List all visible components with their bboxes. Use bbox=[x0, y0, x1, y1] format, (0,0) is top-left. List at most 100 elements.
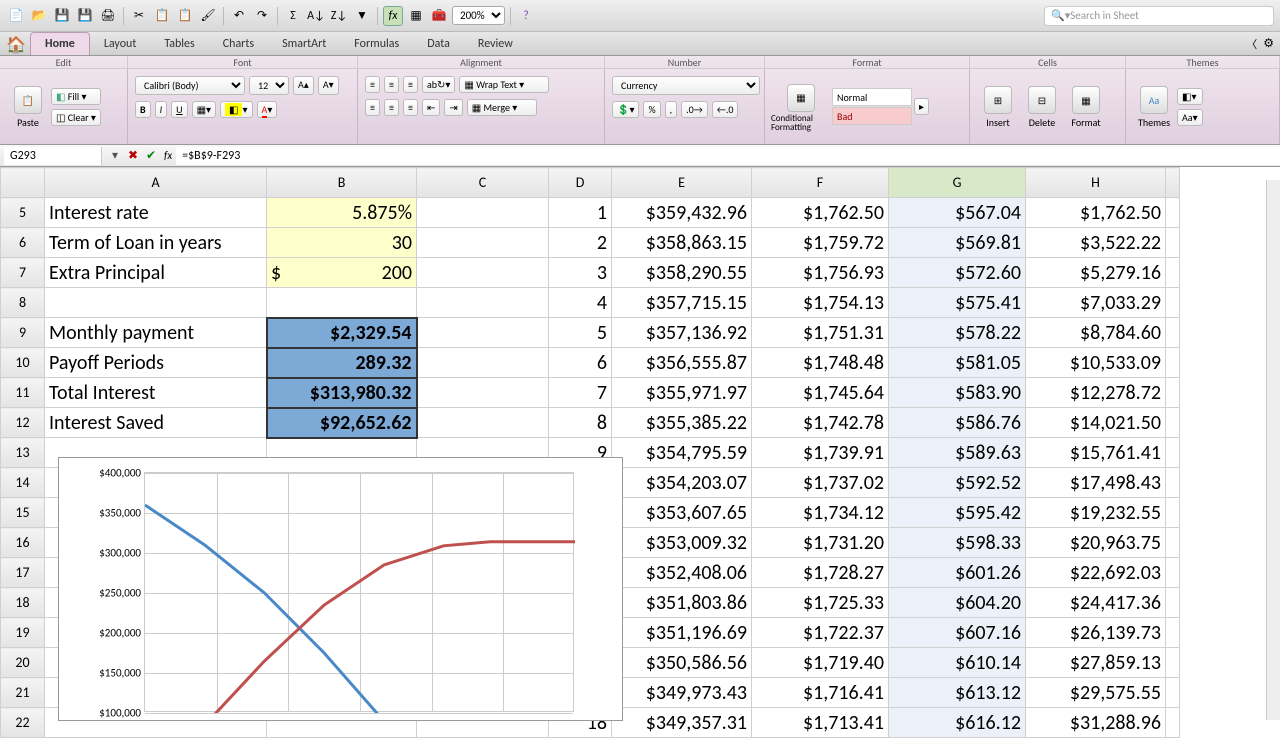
cell-F8[interactable]: $1,754.13 bbox=[752, 288, 889, 318]
font-size-select[interactable]: 12 bbox=[249, 76, 289, 95]
cell-H14[interactable]: $17,498.43 bbox=[1026, 468, 1166, 498]
cell-H16[interactable]: $20,963.75 bbox=[1026, 528, 1166, 558]
cell-F21[interactable]: $1,716.41 bbox=[752, 678, 889, 708]
wrap-text-button[interactable]: ▦ Wrap Text ▾ bbox=[459, 76, 549, 93]
tab-smartart[interactable]: SmartArt bbox=[268, 33, 340, 55]
cell-G14[interactable]: $592.52 bbox=[889, 468, 1026, 498]
cell-F14[interactable]: $1,737.02 bbox=[752, 468, 889, 498]
fill-button[interactable]: ◧ Fill ▾ bbox=[51, 88, 101, 105]
bold-button[interactable]: B bbox=[135, 101, 151, 118]
col-header-G[interactable]: G bbox=[889, 168, 1026, 198]
cell-D9[interactable]: 5 bbox=[549, 318, 612, 348]
cell-G8[interactable]: $575.41 bbox=[889, 288, 1026, 318]
cell-A8[interactable] bbox=[45, 288, 267, 318]
cell-E13[interactable]: $354,795.59 bbox=[612, 438, 752, 468]
cell-H19[interactable]: $26,139.73 bbox=[1026, 618, 1166, 648]
cell-E18[interactable]: $351,803.86 bbox=[612, 588, 752, 618]
row-header-14[interactable]: 14 bbox=[1, 468, 45, 498]
cell-F17[interactable]: $1,728.27 bbox=[752, 558, 889, 588]
cell-C6[interactable] bbox=[417, 228, 549, 258]
cell-C9[interactable] bbox=[417, 318, 549, 348]
comma-button[interactable]: , bbox=[665, 101, 678, 118]
help-icon[interactable]: ? bbox=[516, 6, 536, 26]
cell-B10[interactable]: 289.32 bbox=[267, 348, 417, 378]
zoom-select[interactable]: 200% bbox=[452, 6, 505, 25]
collapse-ribbon-icon[interactable]: 〈 bbox=[1246, 36, 1257, 52]
cut-icon[interactable]: ✂ bbox=[129, 6, 149, 26]
border-button[interactable]: ▦▾ bbox=[192, 101, 216, 118]
cell-D6[interactable]: 2 bbox=[549, 228, 612, 258]
cell-E7[interactable]: $358,290.55 bbox=[612, 258, 752, 288]
align-top-button[interactable]: ≡ bbox=[365, 76, 380, 93]
row-header-12[interactable]: 12 bbox=[1, 408, 45, 438]
cell-E6[interactable]: $358,863.15 bbox=[612, 228, 752, 258]
grow-font-button[interactable]: A▴ bbox=[293, 76, 314, 95]
name-box[interactable]: G293 bbox=[4, 147, 102, 165]
cell-G19[interactable]: $607.16 bbox=[889, 618, 1026, 648]
styles-expand-button[interactable]: ▸ bbox=[914, 98, 929, 115]
tab-layout[interactable]: Layout bbox=[90, 33, 151, 55]
cell-G22[interactable]: $616.12 bbox=[889, 708, 1026, 738]
spreadsheet-grid[interactable]: ABCDEFGH5Interest rate5.875%1$359,432.96… bbox=[0, 167, 1280, 738]
cell-A5[interactable]: Interest rate bbox=[45, 198, 267, 228]
clear-button[interactable]: ◫ Clear ▾ bbox=[51, 109, 101, 126]
toolbox-icon[interactable]: 🧰 bbox=[429, 6, 449, 26]
cell-G18[interactable]: $604.20 bbox=[889, 588, 1026, 618]
cell-G15[interactable]: $595.42 bbox=[889, 498, 1026, 528]
col-header-C[interactable]: C bbox=[417, 168, 549, 198]
cell-G7[interactable]: $572.60 bbox=[889, 258, 1026, 288]
copy-icon[interactable]: 📋 bbox=[152, 6, 172, 26]
cell-G11[interactable]: $583.90 bbox=[889, 378, 1026, 408]
delete-cells-button[interactable]: ⊟Delete bbox=[1020, 71, 1064, 142]
insert-cells-button[interactable]: ⊞Insert bbox=[976, 71, 1020, 142]
cell-H15[interactable]: $19,232.55 bbox=[1026, 498, 1166, 528]
cell-F6[interactable]: $1,759.72 bbox=[752, 228, 889, 258]
percent-button[interactable]: % bbox=[643, 101, 660, 118]
ribbon-settings-icon[interactable]: ⚙ bbox=[1263, 36, 1274, 52]
cell-F15[interactable]: $1,734.12 bbox=[752, 498, 889, 528]
theme-colors-button[interactable]: ◧▾ bbox=[1177, 88, 1203, 105]
col-header-D[interactable]: D bbox=[549, 168, 612, 198]
cell-B8[interactable] bbox=[267, 288, 417, 318]
search-input[interactable]: 🔍▾ Search in Sheet bbox=[1044, 6, 1274, 26]
cell-C7[interactable] bbox=[417, 258, 549, 288]
cell-E16[interactable]: $353,009.32 bbox=[612, 528, 752, 558]
cell-E20[interactable]: $350,586.56 bbox=[612, 648, 752, 678]
cell-H11[interactable]: $12,278.72 bbox=[1026, 378, 1166, 408]
align-right-button[interactable]: ≡ bbox=[403, 99, 418, 116]
row-header-5[interactable]: 5 bbox=[1, 198, 45, 228]
cell-H12[interactable]: $14,021.50 bbox=[1026, 408, 1166, 438]
cell-A7[interactable]: Extra Principal bbox=[45, 258, 267, 288]
col-header-H[interactable]: H bbox=[1026, 168, 1166, 198]
row-header-22[interactable]: 22 bbox=[1, 708, 45, 738]
number-format-select[interactable]: Currency bbox=[612, 76, 760, 95]
cell-D5[interactable]: 1 bbox=[549, 198, 612, 228]
cell-E8[interactable]: $357,715.15 bbox=[612, 288, 752, 318]
autosum-icon[interactable]: Σ bbox=[283, 6, 303, 26]
align-center-button[interactable]: ≡ bbox=[384, 99, 399, 116]
cell-F18[interactable]: $1,725.33 bbox=[752, 588, 889, 618]
decrease-indent-button[interactable]: ⇤ bbox=[422, 99, 440, 116]
cell-G12[interactable]: $586.76 bbox=[889, 408, 1026, 438]
style-normal[interactable]: Normal bbox=[832, 88, 912, 106]
cell-D8[interactable]: 4 bbox=[549, 288, 612, 318]
cell-H17[interactable]: $22,692.03 bbox=[1026, 558, 1166, 588]
cell-A6[interactable]: Term of Loan in years bbox=[45, 228, 267, 258]
cell-C8[interactable] bbox=[417, 288, 549, 318]
row-header-16[interactable]: 16 bbox=[1, 528, 45, 558]
align-middle-button[interactable]: ≡ bbox=[384, 76, 399, 93]
row-header-21[interactable]: 21 bbox=[1, 678, 45, 708]
themes-button[interactable]: AaThemes bbox=[1132, 71, 1176, 142]
cell-F9[interactable]: $1,751.31 bbox=[752, 318, 889, 348]
vertical-scrollbar[interactable] bbox=[1266, 180, 1280, 720]
cell-B6[interactable]: 30 bbox=[267, 228, 417, 258]
cell-F12[interactable]: $1,742.78 bbox=[752, 408, 889, 438]
style-bad[interactable]: Bad bbox=[832, 107, 912, 125]
merge-button[interactable]: ▦ Merge ▾ bbox=[467, 99, 537, 116]
cell-D12[interactable]: 8 bbox=[549, 408, 612, 438]
print-icon[interactable]: 🖨 bbox=[98, 6, 118, 26]
new-file-icon[interactable]: 📄 bbox=[6, 6, 26, 26]
fx-toggle-icon[interactable]: fx bbox=[383, 6, 403, 26]
select-all-corner[interactable] bbox=[1, 168, 45, 198]
cell-B7[interactable]: $200 bbox=[267, 258, 417, 288]
